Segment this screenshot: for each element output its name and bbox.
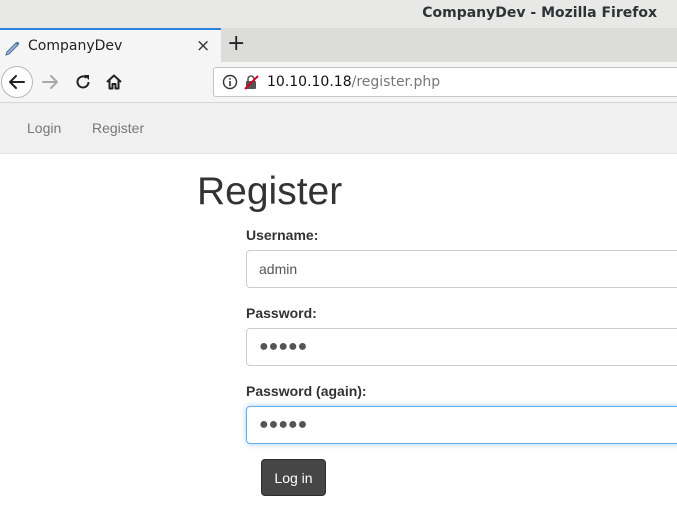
password-again-label: Password (again): — [246, 383, 367, 399]
forward-icon[interactable] — [40, 72, 60, 92]
close-tab-icon[interactable]: × — [196, 37, 210, 55]
pencil-favicon-icon — [5, 41, 20, 56]
nav-link-register[interactable]: Register — [92, 120, 144, 136]
url-path: /register.php — [351, 74, 441, 90]
url-host: 10.10.10.18 — [267, 74, 352, 90]
info-icon[interactable] — [222, 74, 238, 90]
tab-companydev[interactable]: CompanyDev × — [0, 28, 221, 62]
username-input[interactable] — [246, 250, 677, 288]
username-label: Username: — [246, 227, 319, 243]
reload-icon[interactable] — [73, 72, 93, 92]
nav-link-login[interactable]: Login — [27, 120, 61, 136]
password-input[interactable] — [246, 328, 677, 366]
tab-strip: CompanyDev × + — [0, 28, 677, 62]
home-icon[interactable] — [104, 72, 124, 92]
log-in-button[interactable]: Log in — [261, 459, 326, 496]
password-label: Password: — [246, 305, 317, 321]
insecure-lock-icon[interactable] — [243, 74, 259, 90]
window-titlebar: CompanyDev - Mozilla Firefox — [0, 0, 677, 28]
site-navbar: Login Register — [0, 103, 677, 154]
page-title: Register — [197, 170, 343, 213]
window-title: CompanyDev - Mozilla Firefox — [422, 5, 657, 21]
url-bar[interactable]: 10.10.10.18/register.php — [213, 67, 677, 97]
password-again-input[interactable] — [246, 406, 677, 444]
new-tab-button[interactable]: + — [227, 31, 245, 57]
tab-label: CompanyDev — [28, 38, 123, 54]
back-button[interactable] — [1, 66, 33, 98]
navigation-bar: 10.10.10.18/register.php — [0, 62, 677, 103]
url-text: 10.10.10.18/register.php — [267, 74, 440, 90]
back-icon — [9, 75, 25, 89]
